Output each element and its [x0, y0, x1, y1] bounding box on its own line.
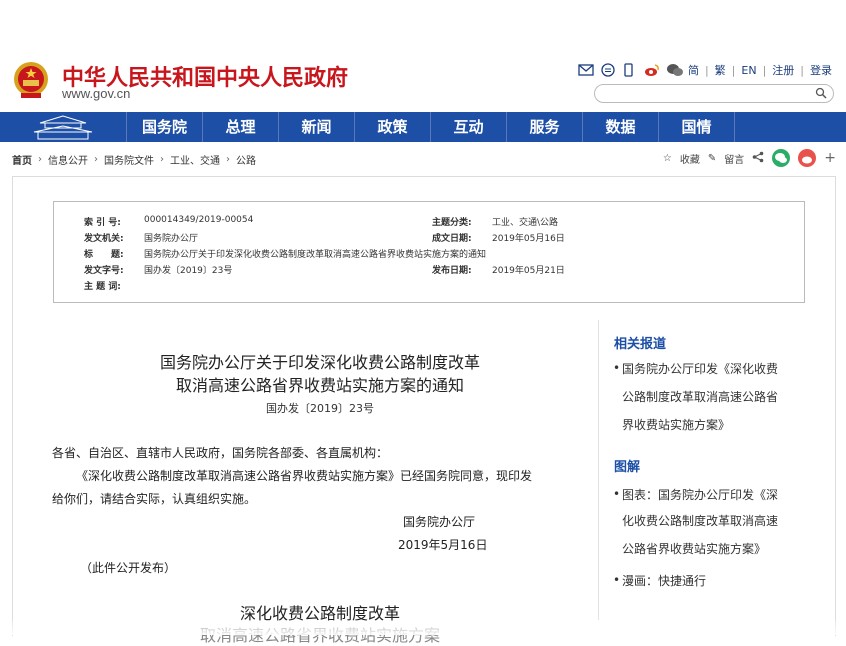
national-emblem-icon[interactable] [13, 60, 49, 100]
graphics-link-line3[interactable]: 公路省界收费站实施方案》 [622, 537, 766, 561]
nav-interaction[interactable]: 互动 [430, 112, 506, 142]
search-icon[interactable] [815, 87, 827, 99]
nav-service[interactable]: 服务 [506, 112, 582, 142]
document-signer: 国务院办公厅 [403, 515, 476, 529]
document-meta-table: 索 引 号: 000014349/2019-00054 主题分类: 工业、交通\… [53, 201, 805, 303]
meta-docno-value: 国办发〔2019〕23号 [144, 266, 233, 276]
bullet-icon: • [613, 573, 621, 587]
weibo-share-icon[interactable] [798, 149, 817, 167]
meta-published-value: 2019年05月21日 [492, 266, 565, 276]
main-nav: 国务院 总理 新闻 政策 互动 服务 数据 国情 [0, 112, 846, 142]
wechat-share-icon[interactable] [772, 149, 791, 167]
document-title-line1: 国务院办公厅关于印发深化收费公路制度改革 [159, 353, 480, 372]
star-icon[interactable]: ☆ [663, 153, 672, 164]
related-link-line3[interactable]: 界收费站实施方案》 [622, 413, 730, 437]
meta-title-value: 国务院办公厅关于印发深化收费公路制度改革取消高速公路省界收费站实施方案的通知 [144, 250, 487, 260]
chat-icon[interactable] [600, 63, 616, 77]
search-input[interactable] [594, 84, 834, 103]
meta-issuer-value: 国务院办公厅 [144, 234, 199, 244]
nav-zongli[interactable]: 总理 [202, 112, 278, 142]
share-icon[interactable] [752, 151, 764, 166]
nav-guowuyuan[interactable]: 国务院 [126, 112, 202, 142]
meta-published-label: 发布日期: [432, 266, 472, 276]
chevron-right-icon: › [160, 154, 164, 165]
wechat-icon[interactable] [666, 63, 683, 77]
divider: | [800, 63, 804, 77]
bullet-icon: • [613, 361, 621, 375]
nav-national-info[interactable]: 国情 [658, 112, 735, 142]
breadcrumb-state-docs[interactable]: 国务院文件 [104, 152, 154, 167]
breadcrumb-industry[interactable]: 工业、交通 [170, 152, 220, 167]
document-title-line2: 取消高速公路省界收费站实施方案的通知 [175, 376, 464, 395]
meta-docno-label: 发文字号: [84, 266, 124, 276]
nav-data[interactable]: 数据 [582, 112, 658, 142]
document-paragraph-line2: 给你们，请结合实际，认真组织实施。 [52, 492, 257, 506]
chevron-right-icon: › [38, 154, 42, 165]
document-date: 2019年5月16日 [398, 538, 488, 552]
meta-index-label: 索 引 号: [84, 218, 121, 228]
site-header: 中华人民共和国中央人民政府 www.gov.cn 简 | 繁 | EN | 注册… [0, 0, 846, 112]
document-note: （此件公开发布） [80, 561, 177, 575]
divider: | [762, 63, 767, 77]
divider: | [704, 63, 709, 77]
divider: | [731, 63, 736, 77]
tiananmen-gate-icon[interactable] [0, 112, 126, 142]
bottom-fade [0, 620, 846, 635]
related-link-line1[interactable]: 国务院办公厅印发《深化收费 [622, 357, 778, 381]
meta-created-value: 2019年05月16日 [492, 234, 565, 244]
graphics-link-line1[interactable]: 图表：国务院办公厅印发《深 [622, 483, 778, 507]
nav-items: 国务院 总理 新闻 政策 互动 服务 数据 国情 [126, 112, 735, 142]
comment-link[interactable]: 留言 [724, 151, 744, 166]
breadcrumb-info-open[interactable]: 信息公开 [48, 152, 88, 167]
meta-keywords-label: 主 题 词: [84, 282, 121, 292]
related-link-line2[interactable]: 公路制度改革取消高速公路省 [622, 385, 778, 409]
english-link[interactable]: EN [741, 64, 756, 77]
simplified-link[interactable]: 简 [688, 62, 699, 78]
traditional-link[interactable]: 繁 [715, 62, 726, 78]
document-number: 国办发〔2019〕23号 [266, 402, 374, 415]
register-link[interactable]: 注册 [772, 62, 794, 78]
site-url[interactable]: www.gov.cn [62, 86, 130, 101]
meta-index-value: 000014349/2019-00054 [144, 215, 254, 225]
login-link[interactable]: 登录 [810, 62, 832, 78]
meta-title-label: 标 题: [84, 250, 124, 260]
sidebar-divider [598, 320, 599, 620]
related-heading: 相关报道 [614, 337, 667, 352]
meta-topic-value: 工业、交通\公路 [492, 218, 559, 228]
chevron-right-icon: › [94, 154, 98, 165]
nav-news[interactable]: 新闻 [278, 112, 354, 142]
header-toolbar: 简 | 繁 | EN | 注册 | 登录 [578, 62, 832, 78]
chevron-right-icon: › [226, 154, 230, 165]
nav-policy[interactable]: 政策 [354, 112, 430, 142]
graphics-heading: 图解 [614, 460, 641, 475]
meta-issuer-label: 发文机关: [84, 234, 124, 244]
page-tools: ☆ 收藏 ✎ 留言 + [663, 149, 836, 167]
meta-created-label: 成文日期: [432, 234, 472, 244]
mobile-icon[interactable] [622, 63, 638, 77]
breadcrumb-home[interactable]: 首页 [12, 152, 32, 167]
document-recipients: 各省、自治区、直辖市人民政府，国务院各部委、各直属机构： [52, 446, 389, 460]
pencil-icon[interactable]: ✎ [708, 153, 716, 164]
favorite-link[interactable]: 收藏 [680, 151, 700, 166]
weibo-icon[interactable] [644, 63, 660, 77]
breadcrumb-highway[interactable]: 公路 [236, 152, 256, 167]
bullet-icon: • [613, 487, 621, 501]
document-paragraph-line1: 《深化收费公路制度改革取消高速公路省界收费站实施方案》已经国务院同意，现印发 [76, 469, 533, 483]
plus-icon[interactable]: + [824, 150, 836, 166]
mail-icon[interactable] [578, 63, 594, 77]
meta-topic-label: 主题分类: [432, 218, 472, 228]
graphics-link-line2[interactable]: 化收费公路制度改革取消高速 [622, 509, 778, 533]
comic-link[interactable]: 漫画：快捷通行 [622, 569, 706, 593]
breadcrumb: 首页 › 信息公开 › 国务院文件 › 工业、交通 › 公路 [12, 152, 256, 167]
